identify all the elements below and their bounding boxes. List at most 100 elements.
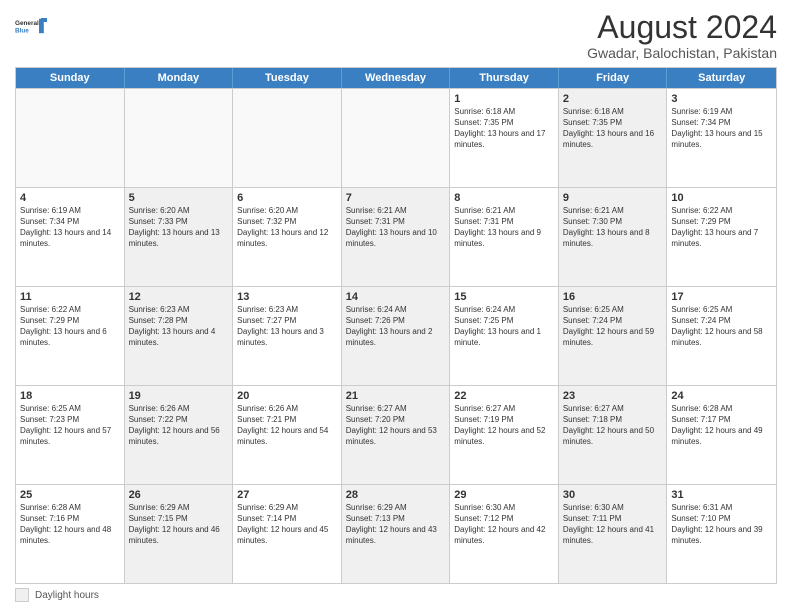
cell-info: Sunrise: 6:22 AM Sunset: 7:29 PM Dayligh… bbox=[20, 305, 120, 348]
cell-info: Sunrise: 6:23 AM Sunset: 7:27 PM Dayligh… bbox=[237, 305, 337, 348]
calendar-cell: 19Sunrise: 6:26 AM Sunset: 7:22 PM Dayli… bbox=[125, 386, 234, 484]
cell-info: Sunrise: 6:20 AM Sunset: 7:32 PM Dayligh… bbox=[237, 206, 337, 249]
calendar-cell: 20Sunrise: 6:26 AM Sunset: 7:21 PM Dayli… bbox=[233, 386, 342, 484]
calendar-cell bbox=[342, 89, 451, 187]
day-number: 10 bbox=[671, 191, 772, 205]
cell-info: Sunrise: 6:18 AM Sunset: 7:35 PM Dayligh… bbox=[563, 107, 663, 150]
cell-info: Sunrise: 6:20 AM Sunset: 7:33 PM Dayligh… bbox=[129, 206, 229, 249]
day-number: 2 bbox=[563, 92, 663, 106]
calendar-cell: 21Sunrise: 6:27 AM Sunset: 7:20 PM Dayli… bbox=[342, 386, 451, 484]
calendar-cell: 8Sunrise: 6:21 AM Sunset: 7:31 PM Daylig… bbox=[450, 188, 559, 286]
day-number: 27 bbox=[237, 488, 337, 502]
day-number: 8 bbox=[454, 191, 554, 205]
calendar-cell: 1Sunrise: 6:18 AM Sunset: 7:35 PM Daylig… bbox=[450, 89, 559, 187]
day-number: 31 bbox=[671, 488, 772, 502]
calendar-cell: 30Sunrise: 6:30 AM Sunset: 7:11 PM Dayli… bbox=[559, 485, 668, 583]
legend: Daylight hours bbox=[15, 588, 777, 602]
calendar-body: 1Sunrise: 6:18 AM Sunset: 7:35 PM Daylig… bbox=[16, 88, 776, 583]
month-title: August 2024 bbox=[587, 10, 777, 45]
cell-info: Sunrise: 6:28 AM Sunset: 7:17 PM Dayligh… bbox=[671, 404, 772, 447]
calendar-cell: 18Sunrise: 6:25 AM Sunset: 7:23 PM Dayli… bbox=[16, 386, 125, 484]
calendar-cell bbox=[233, 89, 342, 187]
calendar-cell: 22Sunrise: 6:27 AM Sunset: 7:19 PM Dayli… bbox=[450, 386, 559, 484]
calendar-row: 4Sunrise: 6:19 AM Sunset: 7:34 PM Daylig… bbox=[16, 187, 776, 286]
calendar-cell: 10Sunrise: 6:22 AM Sunset: 7:29 PM Dayli… bbox=[667, 188, 776, 286]
day-number: 20 bbox=[237, 389, 337, 403]
cell-info: Sunrise: 6:27 AM Sunset: 7:20 PM Dayligh… bbox=[346, 404, 446, 447]
calendar-cell: 3Sunrise: 6:19 AM Sunset: 7:34 PM Daylig… bbox=[667, 89, 776, 187]
legend-box bbox=[15, 588, 29, 602]
calendar-day-header: Wednesday bbox=[342, 68, 451, 88]
cell-info: Sunrise: 6:27 AM Sunset: 7:19 PM Dayligh… bbox=[454, 404, 554, 447]
day-number: 1 bbox=[454, 92, 554, 106]
day-number: 17 bbox=[671, 290, 772, 304]
calendar-cell bbox=[16, 89, 125, 187]
cell-info: Sunrise: 6:31 AM Sunset: 7:10 PM Dayligh… bbox=[671, 503, 772, 546]
cell-info: Sunrise: 6:30 AM Sunset: 7:11 PM Dayligh… bbox=[563, 503, 663, 546]
calendar-cell: 25Sunrise: 6:28 AM Sunset: 7:16 PM Dayli… bbox=[16, 485, 125, 583]
day-number: 23 bbox=[563, 389, 663, 403]
calendar-cell: 4Sunrise: 6:19 AM Sunset: 7:34 PM Daylig… bbox=[16, 188, 125, 286]
cell-info: Sunrise: 6:27 AM Sunset: 7:18 PM Dayligh… bbox=[563, 404, 663, 447]
calendar-cell: 17Sunrise: 6:25 AM Sunset: 7:24 PM Dayli… bbox=[667, 287, 776, 385]
day-number: 3 bbox=[671, 92, 772, 106]
calendar-cell: 13Sunrise: 6:23 AM Sunset: 7:27 PM Dayli… bbox=[233, 287, 342, 385]
calendar-cell: 12Sunrise: 6:23 AM Sunset: 7:28 PM Dayli… bbox=[125, 287, 234, 385]
calendar-cell: 28Sunrise: 6:29 AM Sunset: 7:13 PM Dayli… bbox=[342, 485, 451, 583]
calendar-cell: 14Sunrise: 6:24 AM Sunset: 7:26 PM Dayli… bbox=[342, 287, 451, 385]
cell-info: Sunrise: 6:26 AM Sunset: 7:21 PM Dayligh… bbox=[237, 404, 337, 447]
calendar-day-header: Saturday bbox=[667, 68, 776, 88]
calendar-cell: 16Sunrise: 6:25 AM Sunset: 7:24 PM Dayli… bbox=[559, 287, 668, 385]
cell-info: Sunrise: 6:25 AM Sunset: 7:24 PM Dayligh… bbox=[671, 305, 772, 348]
calendar-day-header: Thursday bbox=[450, 68, 559, 88]
day-number: 29 bbox=[454, 488, 554, 502]
calendar-cell: 7Sunrise: 6:21 AM Sunset: 7:31 PM Daylig… bbox=[342, 188, 451, 286]
legend-label: Daylight hours bbox=[35, 590, 99, 601]
cell-info: Sunrise: 6:19 AM Sunset: 7:34 PM Dayligh… bbox=[671, 107, 772, 150]
calendar-cell: 5Sunrise: 6:20 AM Sunset: 7:33 PM Daylig… bbox=[125, 188, 234, 286]
day-number: 15 bbox=[454, 290, 554, 304]
cell-info: Sunrise: 6:25 AM Sunset: 7:24 PM Dayligh… bbox=[563, 305, 663, 348]
calendar-header: SundayMondayTuesdayWednesdayThursdayFrid… bbox=[16, 68, 776, 88]
calendar-cell: 23Sunrise: 6:27 AM Sunset: 7:18 PM Dayli… bbox=[559, 386, 668, 484]
day-number: 25 bbox=[20, 488, 120, 502]
day-number: 28 bbox=[346, 488, 446, 502]
calendar-row: 18Sunrise: 6:25 AM Sunset: 7:23 PM Dayli… bbox=[16, 385, 776, 484]
calendar-cell: 26Sunrise: 6:29 AM Sunset: 7:15 PM Dayli… bbox=[125, 485, 234, 583]
cell-info: Sunrise: 6:30 AM Sunset: 7:12 PM Dayligh… bbox=[454, 503, 554, 546]
day-number: 24 bbox=[671, 389, 772, 403]
cell-info: Sunrise: 6:25 AM Sunset: 7:23 PM Dayligh… bbox=[20, 404, 120, 447]
logo: GeneralBlue bbox=[15, 10, 47, 42]
calendar-cell: 15Sunrise: 6:24 AM Sunset: 7:25 PM Dayli… bbox=[450, 287, 559, 385]
calendar-cell bbox=[125, 89, 234, 187]
day-number: 7 bbox=[346, 191, 446, 205]
day-number: 18 bbox=[20, 389, 120, 403]
day-number: 12 bbox=[129, 290, 229, 304]
day-number: 6 bbox=[237, 191, 337, 205]
cell-info: Sunrise: 6:18 AM Sunset: 7:35 PM Dayligh… bbox=[454, 107, 554, 150]
day-number: 19 bbox=[129, 389, 229, 403]
calendar-cell: 9Sunrise: 6:21 AM Sunset: 7:30 PM Daylig… bbox=[559, 188, 668, 286]
calendar-cell: 27Sunrise: 6:29 AM Sunset: 7:14 PM Dayli… bbox=[233, 485, 342, 583]
calendar-day-header: Sunday bbox=[16, 68, 125, 88]
cell-info: Sunrise: 6:29 AM Sunset: 7:14 PM Dayligh… bbox=[237, 503, 337, 546]
svg-text:General: General bbox=[15, 20, 39, 27]
calendar-cell: 24Sunrise: 6:28 AM Sunset: 7:17 PM Dayli… bbox=[667, 386, 776, 484]
calendar-cell: 11Sunrise: 6:22 AM Sunset: 7:29 PM Dayli… bbox=[16, 287, 125, 385]
cell-info: Sunrise: 6:19 AM Sunset: 7:34 PM Dayligh… bbox=[20, 206, 120, 249]
day-number: 16 bbox=[563, 290, 663, 304]
header: GeneralBlue August 2024 Gwadar, Balochis… bbox=[15, 10, 777, 61]
logo-icon: GeneralBlue bbox=[15, 10, 47, 42]
day-number: 14 bbox=[346, 290, 446, 304]
calendar-cell: 29Sunrise: 6:30 AM Sunset: 7:12 PM Dayli… bbox=[450, 485, 559, 583]
cell-info: Sunrise: 6:29 AM Sunset: 7:13 PM Dayligh… bbox=[346, 503, 446, 546]
day-number: 26 bbox=[129, 488, 229, 502]
cell-info: Sunrise: 6:21 AM Sunset: 7:30 PM Dayligh… bbox=[563, 206, 663, 249]
day-number: 4 bbox=[20, 191, 120, 205]
calendar-cell: 6Sunrise: 6:20 AM Sunset: 7:32 PM Daylig… bbox=[233, 188, 342, 286]
cell-info: Sunrise: 6:22 AM Sunset: 7:29 PM Dayligh… bbox=[671, 206, 772, 249]
cell-info: Sunrise: 6:23 AM Sunset: 7:28 PM Dayligh… bbox=[129, 305, 229, 348]
day-number: 9 bbox=[563, 191, 663, 205]
cell-info: Sunrise: 6:21 AM Sunset: 7:31 PM Dayligh… bbox=[346, 206, 446, 249]
calendar-row: 25Sunrise: 6:28 AM Sunset: 7:16 PM Dayli… bbox=[16, 484, 776, 583]
